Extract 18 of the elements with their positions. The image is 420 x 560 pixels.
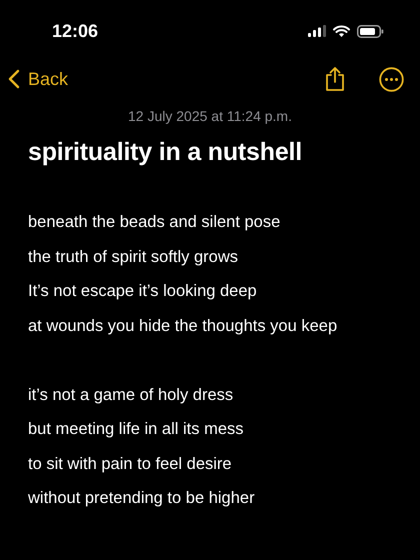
status-time: 12:06 — [52, 20, 98, 42]
chevron-left-icon — [8, 69, 20, 89]
note-title: spirituality in a nutshell — [28, 138, 304, 167]
poem-line: to sit with pain to feel desire — [28, 454, 233, 474]
poem-line: but meeting life in all its mess — [28, 419, 245, 440]
poem-line: at wounds you hide the thoughts you keep — [28, 316, 338, 336]
poem-line: It’s not escape it’s looking deep — [28, 281, 258, 302]
back-button[interactable]: Back — [8, 68, 68, 90]
note-date: 12 July 2025 at 11:24 p.m. — [127, 108, 293, 124]
more-icon[interactable] — [379, 66, 404, 92]
poem-line: without pretending to be higher — [28, 488, 256, 509]
poem-line: beneath the beads and silent pose — [28, 212, 282, 233]
share-icon[interactable] — [325, 66, 345, 92]
poem-line: it’s not a game of holy dress — [28, 384, 234, 406]
poem-line: the truth of spirit softly grows — [28, 246, 239, 268]
signal-icon — [308, 25, 326, 37]
battery-icon — [357, 24, 384, 38]
wifi-icon — [333, 25, 350, 37]
